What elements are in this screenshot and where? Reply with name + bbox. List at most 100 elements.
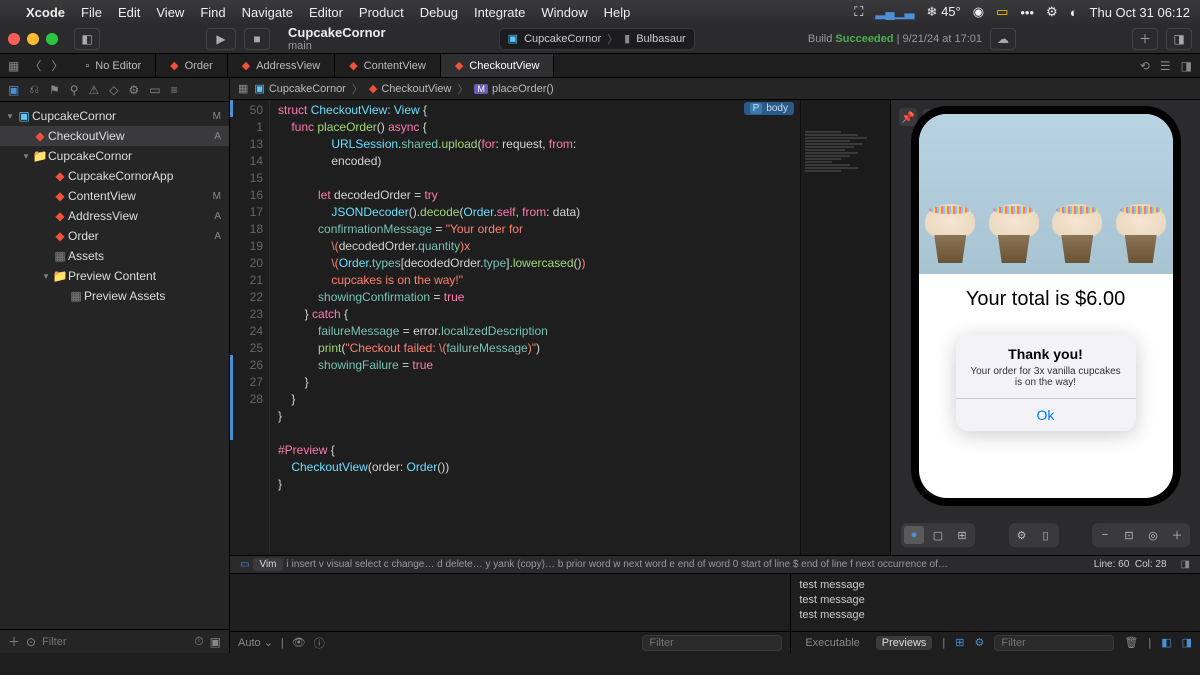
menu-product[interactable]: Product [359,5,404,20]
nav-back-icon[interactable]: 〈 [29,57,41,74]
run-button[interactable]: ▶ [206,28,236,50]
source-control-nav-icon[interactable]: ⎌ [29,82,39,97]
library-button[interactable]: ◨ [1166,28,1192,50]
trash-icon[interactable]: 🗑 [1124,636,1138,649]
navigator-filter-input[interactable] [42,636,188,648]
document-tab[interactable]: ◆AddressView [228,54,335,77]
document-tab[interactable]: ◆CheckoutView [441,54,555,77]
variants-button[interactable]: ⊞ [952,526,972,544]
orientation-button[interactable]: ▯ [1036,526,1056,544]
user-icon[interactable]: ◐ [1070,5,1078,20]
more-icon[interactable]: ••• [1020,5,1034,20]
zoom-actual-button[interactable]: ◎ [1143,526,1163,544]
zoom-fit-button[interactable]: ⊡ [1119,526,1139,544]
code-content[interactable]: struct CheckoutView: View { func placeOr… [270,100,800,555]
alert-ok-button[interactable]: Ok [956,398,1136,431]
parameter-badge[interactable]: Pbody [744,102,794,115]
add-file-icon[interactable]: ＋ [8,633,20,650]
scm-filter-icon[interactable]: ▣ [210,635,221,649]
selectable-preview-button[interactable]: ▢ [928,526,948,544]
breakpoint-nav-icon[interactable]: ▭ [149,83,160,97]
tree-row[interactable]: ◆CheckoutViewA [0,126,229,146]
minimap[interactable] [800,100,890,555]
menu-window[interactable]: Window [541,5,587,20]
menu-file[interactable]: File [81,5,102,20]
device-settings-button[interactable]: ⚙ [1012,526,1032,544]
menu-edit[interactable]: Edit [118,5,140,20]
executable-filter[interactable]: Executable [799,636,865,650]
console-filter-input[interactable] [994,635,1114,651]
app-menu[interactable]: Xcode [26,5,65,20]
cloud-status-button[interactable]: ☁ [990,28,1016,50]
live-preview-button[interactable]: ● [904,526,924,544]
file-tree: ▾▣CupcakeCornorM◆CheckoutViewA▾📁CupcakeC… [0,102,229,629]
activity-view[interactable]: Build Succeeded | 9/21/24 at 17:01 [808,33,982,45]
nav-forward-icon[interactable]: 〉 [51,57,63,74]
adjust-editor-icon[interactable]: ☰ [1160,59,1171,73]
close-window-button[interactable] [8,33,20,45]
toggle-right-pane-icon[interactable]: ◨ [1182,636,1192,649]
menu-help[interactable]: Help [604,5,631,20]
add-button[interactable]: ＋ [1132,28,1158,50]
status-item-icon[interactable]: ⛶ [854,4,863,20]
filter-scope-icon[interactable]: ⊙ [26,635,36,649]
battery-icon[interactable]: ▭ [996,4,1008,20]
add-editor-icon[interactable]: ◨ [1181,59,1192,73]
find-nav-icon[interactable]: ⚲ [70,83,79,97]
menu-find[interactable]: Find [200,5,225,20]
related-items-icon[interactable]: ▦ [8,59,19,73]
zoom-in-button[interactable]: ＋ [1167,526,1187,544]
document-tab[interactable]: ◆Order [156,54,228,77]
tree-row[interactable]: ◆CupcakeCornorApp [0,166,229,186]
jump-back-icon[interactable]: ▦ [238,82,248,95]
editor-options-icon[interactable]: ◨ [1181,559,1190,570]
tree-row[interactable]: ▾📁Preview Content [0,266,229,286]
console-settings-icon[interactable]: ⚙ [974,636,984,649]
document-tab[interactable]: ▫No Editor [71,54,156,77]
menu-view[interactable]: View [156,5,184,20]
menu-editor[interactable]: Editor [309,5,343,20]
menu-navigate[interactable]: Navigate [242,5,293,20]
tree-row[interactable]: ▾📁CupcakeCornor [0,146,229,166]
tree-row[interactable]: ◆AddressViewA [0,206,229,226]
metadata-icon[interactable]: ⊞ [955,636,964,649]
issue-nav-icon[interactable]: ⚠ [89,83,100,97]
cpu-graph-icon[interactable]: ▂▄▁▃ [875,4,914,20]
debug-nav-icon[interactable]: ⚙ [129,83,140,97]
clock[interactable]: Thu Oct 31 06:12 [1090,5,1190,20]
menu-integrate[interactable]: Integrate [474,5,525,20]
menu-debug[interactable]: Debug [420,5,458,20]
recent-filter-icon[interactable]: ⏱ [194,634,203,649]
toggle-navigator-button[interactable]: ◧ [74,28,100,50]
tree-row[interactable]: ▾▣CupcakeCornorM [0,106,229,126]
minimize-window-button[interactable] [27,33,39,45]
scheme-selector[interactable]: ▣ CupcakeCornor 〉 ▮ Bulbasaur [499,28,695,50]
document-tab[interactable]: ◆ContentView [335,54,441,77]
bookmark-nav-icon[interactable]: ⚑ [49,83,60,97]
tree-row[interactable]: ◆OrderA [0,226,229,246]
wifi-icon[interactable]: ◉ [973,4,984,20]
tree-row[interactable]: ▦Assets [0,246,229,266]
project-nav-icon[interactable]: ▣ [8,83,19,97]
control-center-icon[interactable]: ⚙ [1046,4,1058,20]
console-output[interactable]: test messagetest messagetest message [791,574,1200,631]
auto-scope-selector[interactable]: Auto ⌄ [238,636,273,649]
tree-row[interactable]: ◆ContentViewM [0,186,229,206]
info-icon[interactable]: ⓘ [314,635,325,651]
jump-bar[interactable]: ▦ ▣CupcakeCornor 〉 ◆CheckoutView 〉 Mplac… [230,78,1200,100]
previews-filter[interactable]: Previews [876,636,933,650]
refresh-icon[interactable]: ⟲ [1140,59,1150,73]
stop-button[interactable]: ■ [244,28,270,50]
source-editor[interactable]: 50113141516171819202122232425262728 stru… [230,100,800,555]
quicklook-icon[interactable]: 👁 [292,636,306,649]
total-label: Your total is $6.00 [919,288,1173,311]
toggle-left-pane-icon[interactable]: ◧ [1161,636,1171,649]
weather-status[interactable]: ❄ 45° [927,4,961,20]
pin-preview-button[interactable]: 📌 [899,108,917,126]
report-nav-icon[interactable]: ≡ [171,83,178,97]
zoom-window-button[interactable] [46,33,58,45]
test-nav-icon[interactable]: ◇ [109,83,118,97]
tree-row[interactable]: ▦Preview Assets [0,286,229,306]
zoom-out-button[interactable]: − [1095,526,1115,544]
variables-filter-input[interactable] [642,635,782,651]
